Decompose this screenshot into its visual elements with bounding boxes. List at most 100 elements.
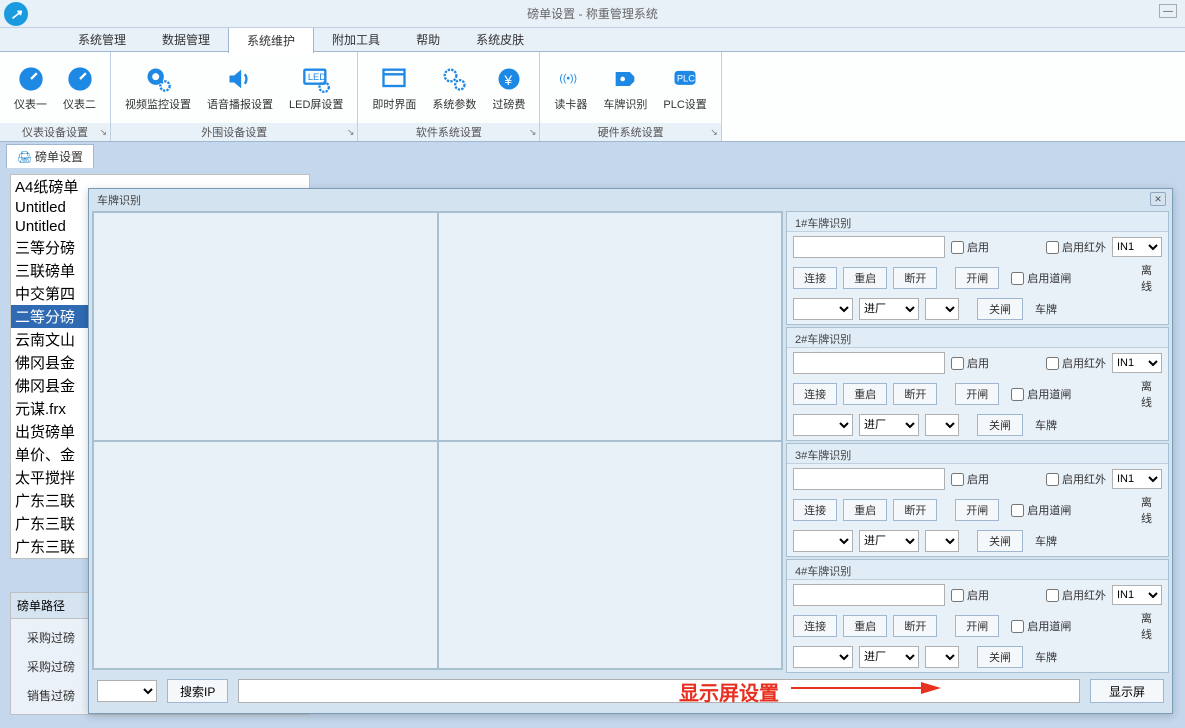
offline-status: 离线 <box>1137 610 1162 642</box>
in-select[interactable]: IN1 <box>1112 585 1162 605</box>
ip-input[interactable] <box>793 468 945 490</box>
ribbon-led[interactable]: LED LED屏设置 <box>281 62 351 114</box>
disconnect-button[interactable]: 断开 <box>893 383 937 405</box>
menu-data[interactable]: 数据管理 <box>144 27 228 52</box>
ip-combo[interactable] <box>97 680 157 702</box>
combo2[interactable] <box>925 646 959 668</box>
combo2[interactable] <box>925 414 959 436</box>
tab-pound-settings[interactable]: 🖨 磅单设置 <box>6 144 94 168</box>
video-cell-2[interactable] <box>438 212 783 441</box>
display-screen-button[interactable]: 显示屏 <box>1090 679 1164 703</box>
ribbon-plc[interactable]: PLC PLC设置 <box>655 62 714 114</box>
disconnect-button[interactable]: 断开 <box>893 499 937 521</box>
menu-skin[interactable]: 系统皮肤 <box>458 27 542 52</box>
speaker-icon <box>225 64 255 94</box>
close-gate-button[interactable]: 关闸 <box>977 298 1023 320</box>
combo1[interactable] <box>793 414 853 436</box>
ribbon-instrument2[interactable]: 仪表二 <box>55 62 104 114</box>
ribbon-group-instrument: 仪表一 仪表二 仪表设备设置↘ <box>0 52 111 141</box>
panel-header: 1#车牌识别 <box>787 212 1168 232</box>
gate-checkbox[interactable]: 启用道闸 <box>1011 386 1071 402</box>
combo1[interactable] <box>793 646 853 668</box>
restart-button[interactable]: 重启 <box>843 499 887 521</box>
direction-select[interactable]: 进厂 <box>859 646 919 668</box>
enable-checkbox[interactable]: 启用 <box>951 587 989 603</box>
tab-strip: 🖨 磅单设置 <box>0 142 1185 168</box>
connect-button[interactable]: 连接 <box>793 615 837 637</box>
ribbon-plate[interactable]: 车牌识别 <box>595 62 655 114</box>
ribbon-params[interactable]: 系统参数 <box>424 62 484 114</box>
gauge-icon <box>65 64 95 94</box>
ir-checkbox[interactable]: 启用红外 <box>1046 587 1106 603</box>
menu-system[interactable]: 系统管理 <box>60 27 144 52</box>
ir-checkbox[interactable]: 启用红外 <box>1046 355 1106 371</box>
ribbon-reader[interactable]: ((•)) 读卡器 <box>546 62 595 114</box>
svg-text:¥: ¥ <box>503 71 512 87</box>
ribbon-voice[interactable]: 语音播报设置 <box>199 62 281 114</box>
menu-bar: 系统管理 数据管理 系统维护 附加工具 帮助 系统皮肤 <box>0 28 1185 52</box>
combo1[interactable] <box>793 298 853 320</box>
ip-input[interactable] <box>793 584 945 606</box>
close-gate-button[interactable]: 关闸 <box>977 530 1023 552</box>
restart-button[interactable]: 重启 <box>843 267 887 289</box>
enable-checkbox[interactable]: 启用 <box>951 355 989 371</box>
gate-checkbox[interactable]: 启用道闸 <box>1011 618 1071 634</box>
connect-button[interactable]: 连接 <box>793 267 837 289</box>
connect-button[interactable]: 连接 <box>793 383 837 405</box>
ip-input[interactable] <box>793 352 945 374</box>
combo1[interactable] <box>793 530 853 552</box>
enable-checkbox[interactable]: 启用 <box>951 471 989 487</box>
disconnect-button[interactable]: 断开 <box>893 615 937 637</box>
launcher-icon[interactable]: ↘ <box>347 127 355 138</box>
disconnect-button[interactable]: 断开 <box>893 267 937 289</box>
direction-select[interactable]: 进厂 <box>859 414 919 436</box>
camera-panel-3: 3#车牌识别 启用 启用红外 IN1 连接 重启 断开 开闸 启用道闸 离线 进… <box>786 443 1169 557</box>
modal-title: 车牌识别 <box>97 195 141 207</box>
menu-tools[interactable]: 附加工具 <box>314 27 398 52</box>
ir-checkbox[interactable]: 启用红外 <box>1046 239 1106 255</box>
camera-panel-1: 1#车牌识别 启用 启用红外 IN1 连接 重启 断开 开闸 启用道闸 离线 进… <box>786 211 1169 325</box>
log-output[interactable] <box>238 679 1080 703</box>
window-icon <box>379 64 409 94</box>
in-select[interactable]: IN1 <box>1112 353 1162 373</box>
minimize-button[interactable]: — <box>1159 4 1177 18</box>
video-cell-3[interactable] <box>93 441 438 670</box>
enable-checkbox[interactable]: 启用 <box>951 239 989 255</box>
ribbon-fee[interactable]: ¥ 过磅费 <box>484 62 533 114</box>
search-ip-button[interactable]: 搜索IP <box>167 679 228 703</box>
close-icon[interactable]: ✕ <box>1150 192 1166 206</box>
ir-checkbox[interactable]: 启用红外 <box>1046 471 1106 487</box>
video-cell-4[interactable] <box>438 441 783 670</box>
gate-checkbox[interactable]: 启用道闸 <box>1011 502 1071 518</box>
connect-button[interactable]: 连接 <box>793 499 837 521</box>
direction-select[interactable]: 进厂 <box>859 298 919 320</box>
gauge-icon <box>16 64 46 94</box>
menu-help[interactable]: 帮助 <box>398 27 458 52</box>
ribbon-instrument1[interactable]: 仪表一 <box>6 62 55 114</box>
combo2[interactable] <box>925 530 959 552</box>
menu-maintain[interactable]: 系统维护 <box>228 27 314 53</box>
ribbon-video[interactable]: 视频监控设置 <box>117 62 199 114</box>
open-gate-button[interactable]: 开闸 <box>955 615 999 637</box>
ribbon-realtime[interactable]: 即时界面 <box>364 62 424 114</box>
rfid-icon: ((•)) <box>556 64 586 94</box>
open-gate-button[interactable]: 开闸 <box>955 499 999 521</box>
app-logo-icon: ↗ <box>4 2 28 26</box>
in-select[interactable]: IN1 <box>1112 237 1162 257</box>
open-gate-button[interactable]: 开闸 <box>955 383 999 405</box>
launcher-icon[interactable]: ↘ <box>710 127 718 138</box>
ribbon-group-software: 即时界面 系统参数 ¥ 过磅费 软件系统设置↘ <box>358 52 540 141</box>
restart-button[interactable]: 重启 <box>843 615 887 637</box>
video-cell-1[interactable] <box>93 212 438 441</box>
combo2[interactable] <box>925 298 959 320</box>
gate-checkbox[interactable]: 启用道闸 <box>1011 270 1071 286</box>
restart-button[interactable]: 重启 <box>843 383 887 405</box>
open-gate-button[interactable]: 开闸 <box>955 267 999 289</box>
launcher-icon[interactable]: ↘ <box>99 127 107 138</box>
launcher-icon[interactable]: ↘ <box>529 127 537 138</box>
in-select[interactable]: IN1 <box>1112 469 1162 489</box>
close-gate-button[interactable]: 关闸 <box>977 414 1023 436</box>
close-gate-button[interactable]: 关闸 <box>977 646 1023 668</box>
ip-input[interactable] <box>793 236 945 258</box>
direction-select[interactable]: 进厂 <box>859 530 919 552</box>
